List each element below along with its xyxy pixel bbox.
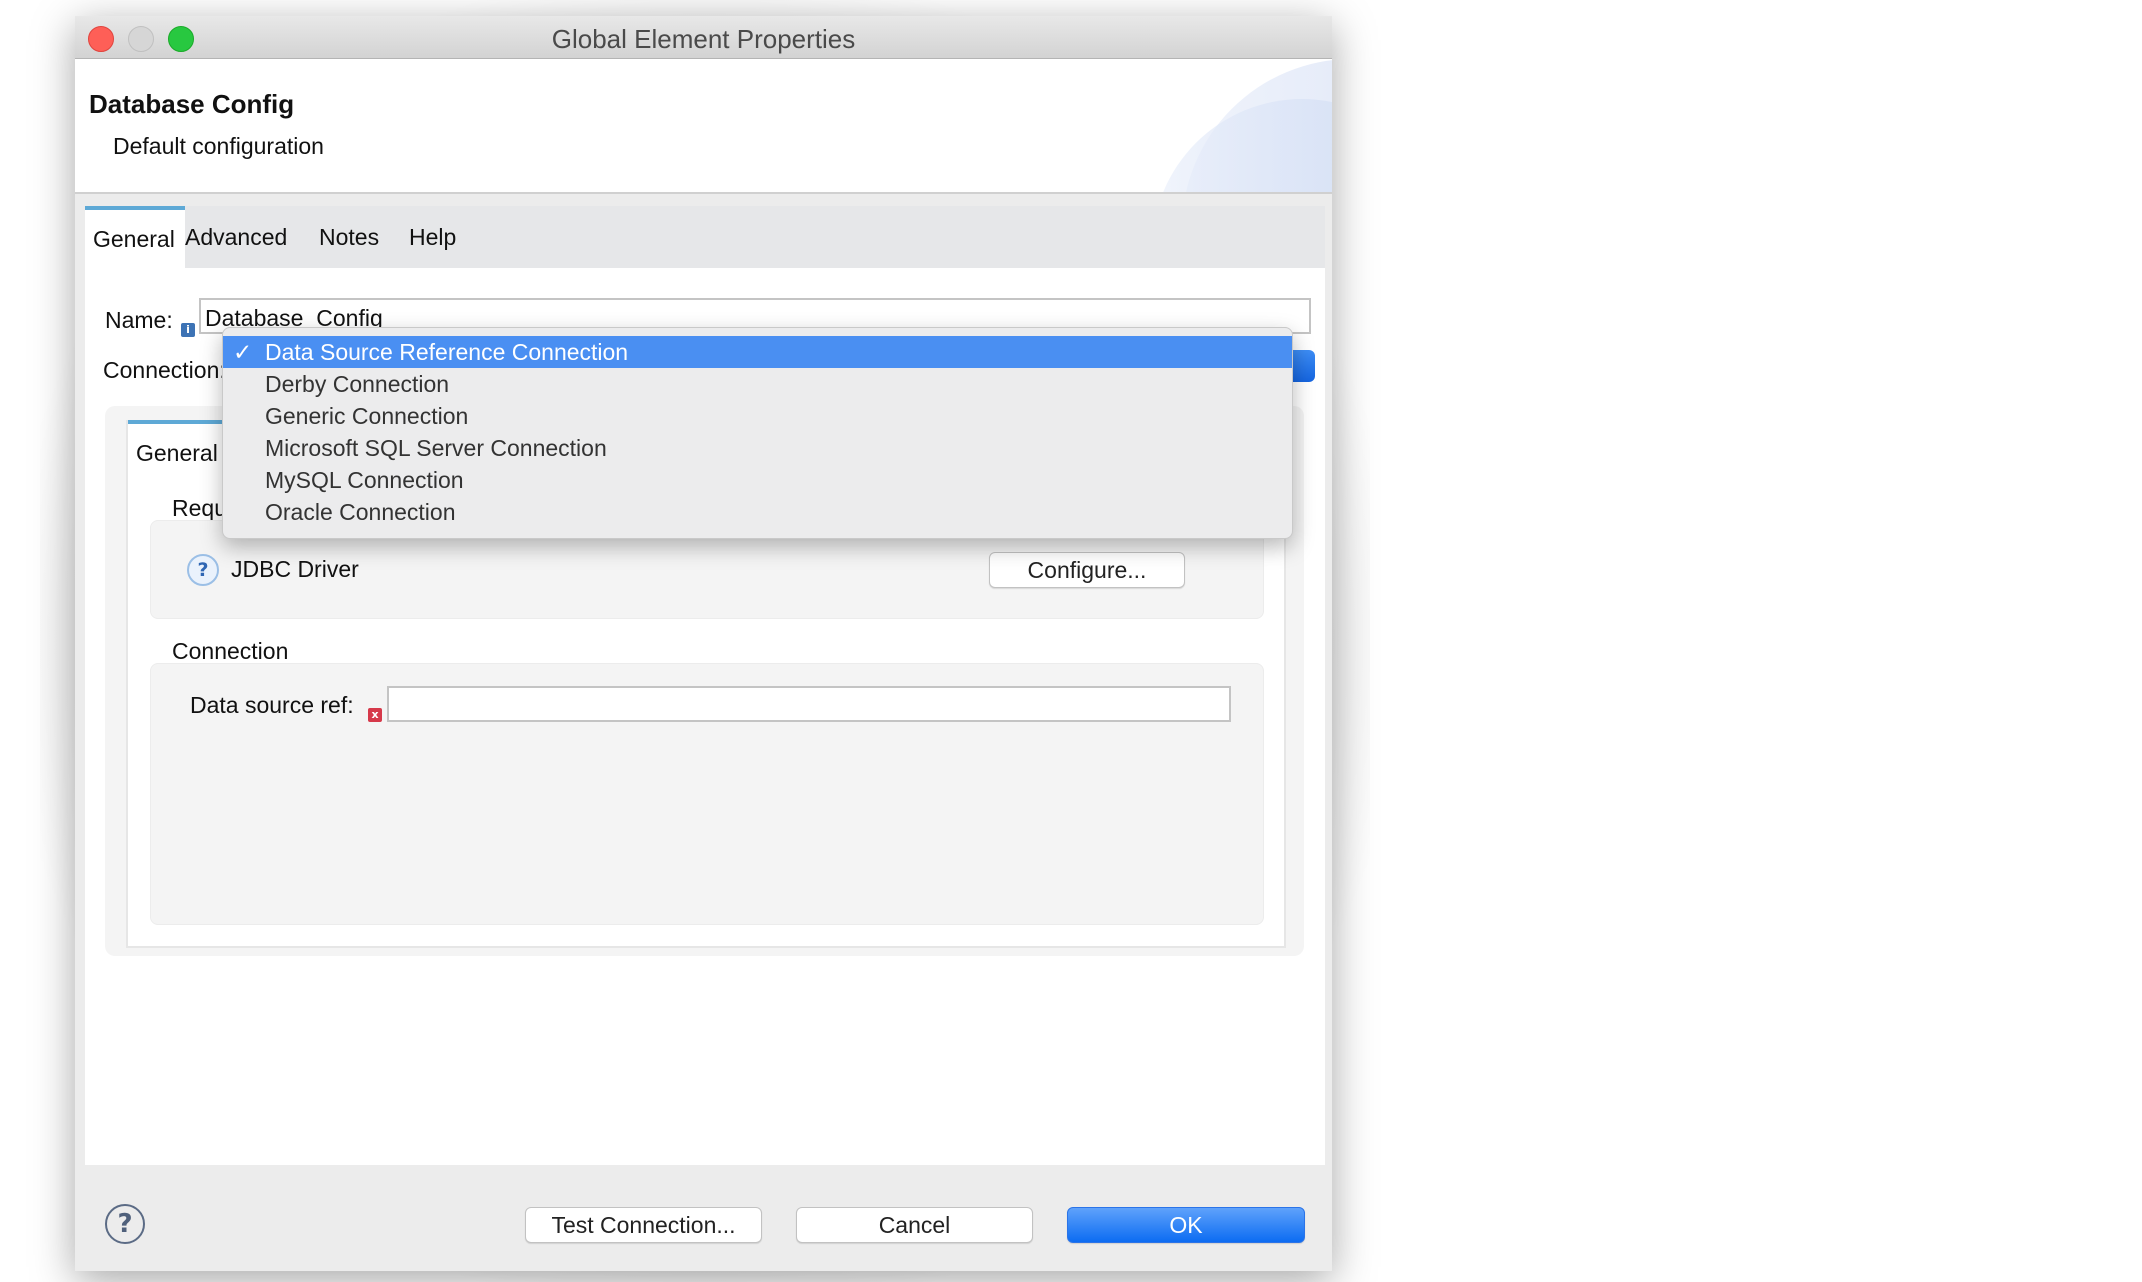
tab-general[interactable]: General	[85, 206, 185, 268]
connection-section-label: Connection	[172, 638, 289, 664]
tab-advanced[interactable]: Advanced	[177, 206, 295, 268]
dropdown-option-data-source-reference[interactable]: ✓ Data Source Reference Connection	[223, 336, 1292, 368]
ok-button[interactable]: OK	[1067, 1207, 1305, 1243]
help-question-icon: ?	[187, 554, 219, 586]
tab-notes[interactable]: Notes	[311, 206, 387, 268]
jdbc-driver-label: JDBC Driver	[231, 556, 359, 582]
header-title: Database Config	[89, 89, 295, 119]
cancel-button[interactable]: Cancel	[796, 1207, 1033, 1243]
dropdown-option-mysql[interactable]: MySQL Connection	[223, 464, 1292, 496]
dropdown-option-oracle[interactable]: Oracle Connection	[223, 496, 1292, 528]
checkmark-icon: ✓	[233, 339, 253, 365]
tab-help[interactable]: Help	[401, 206, 464, 268]
name-label: Name:	[105, 307, 173, 333]
connection-dropdown-menu: ✓ Data Source Reference Connection Derby…	[222, 327, 1293, 539]
header-decoration	[1152, 99, 1332, 192]
configure-button[interactable]: Configure...	[989, 552, 1185, 588]
help-icon[interactable]: ?	[105, 1204, 145, 1244]
dropdown-option-mssql[interactable]: Microsoft SQL Server Connection	[223, 432, 1292, 464]
title-bar[interactable]: Global Element Properties	[75, 16, 1332, 59]
window-title: Global Element Properties	[551, 24, 856, 54]
test-connection-button[interactable]: Test Connection...	[525, 1207, 762, 1243]
dropdown-option-derby[interactable]: Derby Connection	[223, 368, 1292, 400]
error-icon: x	[368, 708, 382, 722]
tab-bar: General Advanced Notes Help	[85, 206, 1325, 270]
header-subtitle: Default configuration	[113, 133, 324, 159]
data-source-ref-label: Data source ref:	[190, 692, 354, 718]
dropdown-option-generic[interactable]: Generic Connection	[223, 400, 1292, 432]
info-icon: i	[181, 323, 195, 337]
connection-label: Connection:	[103, 357, 226, 383]
global-element-properties-dialog: Global Element Properties Database Confi…	[75, 16, 1332, 1271]
connection-section-box: Data source ref: x	[150, 663, 1264, 925]
dialog-header: Database Config Default configuration	[75, 59, 1332, 194]
inner-tab-general[interactable]: General	[128, 420, 232, 482]
data-source-ref-input[interactable]	[387, 686, 1231, 722]
